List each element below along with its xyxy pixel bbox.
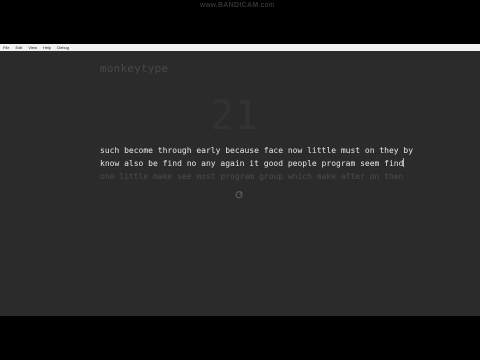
words-container[interactable]: such become through early because face n…: [100, 144, 414, 183]
restart-icon[interactable]: [234, 190, 244, 200]
recording-watermark: www. BANDICAM .com: [200, 1, 275, 9]
word-line-2-text: know also be find no any again it good p…: [100, 159, 404, 168]
menu-bar: File Edit View Help Debug: [0, 44, 480, 51]
app-logo[interactable]: monkeytype: [100, 62, 168, 75]
word-line-2: know also be find no any again it good p…: [100, 157, 405, 170]
typing-test-area: monkeytype 21 such become through early …: [0, 51, 480, 316]
menu-file[interactable]: File: [0, 44, 12, 51]
menu-debug[interactable]: Debug: [54, 44, 72, 51]
letterbox-bottom: [0, 316, 480, 360]
menu-view[interactable]: View: [25, 44, 40, 51]
text-caret: [403, 158, 405, 167]
word-line-1: such become through early because face n…: [100, 146, 414, 155]
menu-edit[interactable]: Edit: [12, 44, 25, 51]
watermark-brand: BANDICAM: [217, 1, 259, 9]
watermark-prefix: www.: [200, 1, 218, 9]
countdown-timer: 21: [210, 93, 259, 139]
app-window: File Edit View Help Debug monkeytype 21 …: [0, 44, 480, 316]
word-line-3: one little make see most program group w…: [100, 172, 404, 181]
watermark-suffix: .com: [258, 1, 275, 9]
menu-help[interactable]: Help: [40, 44, 54, 51]
